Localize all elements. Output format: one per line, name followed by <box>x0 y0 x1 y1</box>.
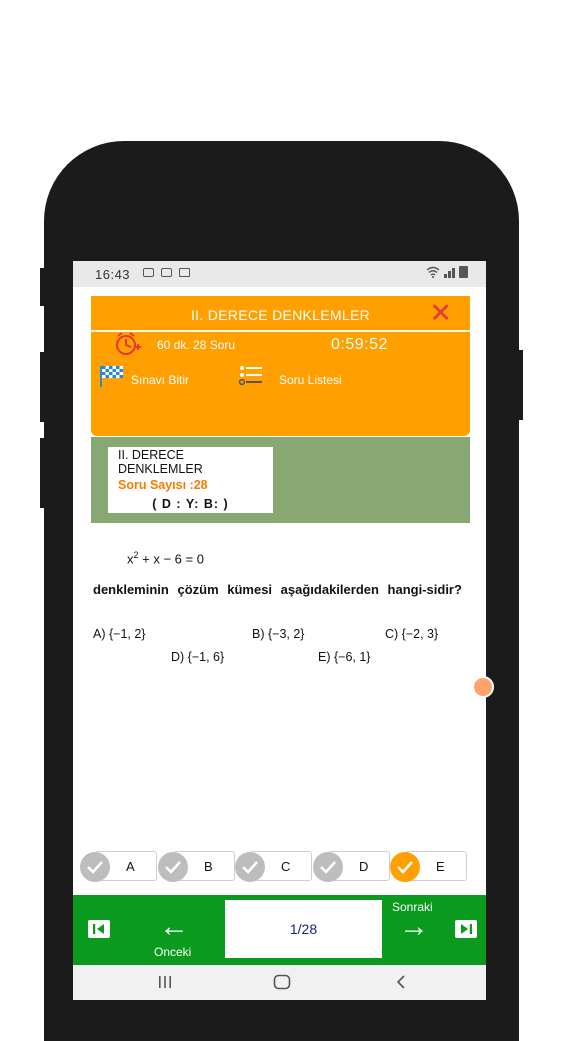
check-icon <box>235 852 265 882</box>
answer-label-c: C <box>281 859 291 874</box>
answer-choices: A B C D E <box>73 851 486 882</box>
recents-icon[interactable] <box>157 975 173 994</box>
header-divider <box>91 330 470 332</box>
check-icon <box>158 852 188 882</box>
question-equation: x2 + x − 6 = 0 <box>127 550 204 566</box>
check-icon <box>313 852 343 882</box>
previous-label[interactable]: Onceki <box>154 945 191 959</box>
summary-title: II. DERECE DENKLEMLER <box>118 448 203 476</box>
system-navigation-bar <box>73 965 486 1000</box>
image-icon <box>161 268 172 277</box>
option-e-text: E) {−6, 1} <box>318 650 371 664</box>
answer-label-e: E <box>436 859 445 874</box>
exam-timer: 0:59:52 <box>331 336 388 353</box>
exam-summary-card: II. DERECE DENKLEMLER Soru Sayısı :28 ( … <box>108 447 273 513</box>
option-b-text: B) {−3, 2} <box>252 627 305 641</box>
exam-title: II. DERECE DENKLEMLER <box>190 307 370 323</box>
home-icon[interactable] <box>273 974 291 995</box>
option-d-text: D) {−1, 6} <box>171 650 225 664</box>
answer-button-a[interactable]: A <box>80 851 157 882</box>
answer-label-d: D <box>359 859 369 874</box>
gallery-icon <box>143 268 154 277</box>
floating-edge-icon[interactable] <box>472 676 494 698</box>
option-c-text: C) {−2, 3} <box>385 627 439 641</box>
finish-exam-button[interactable]: Sınavı Bitir <box>98 364 218 390</box>
phone-side-button <box>517 350 523 420</box>
check-icon <box>390 852 420 882</box>
answer-button-d[interactable]: D <box>313 851 390 882</box>
exam-summary-panel: II. DERECE DENKLEMLER Soru Sayısı :28 ( … <box>91 437 470 523</box>
option-a-text: A) {−1, 2} <box>93 627 146 641</box>
last-question-icon[interactable] <box>455 920 477 938</box>
first-question-icon[interactable] <box>88 920 110 938</box>
answer-button-c[interactable]: C <box>235 851 312 882</box>
previous-arrow-icon[interactable]: ← <box>159 912 189 942</box>
question-text: denkleminin çözüm kümesi aşağıdakilerden… <box>93 582 462 597</box>
phone-screen: 16:43 II. DERECE DENKLEMLER ✕ 60 dk. 28 … <box>73 261 486 1000</box>
equation-rest: + x − 6 = 0 <box>138 551 204 567</box>
correct-wrong-blank-counts: ( D : Y: B: ) <box>152 497 229 511</box>
answer-label-a: A <box>126 859 135 874</box>
status-indicators <box>426 266 468 278</box>
back-icon[interactable] <box>395 974 407 995</box>
status-time: 16:43 <box>95 267 131 282</box>
wifi-icon <box>426 266 440 278</box>
exam-info: 60 dk. 28 Soru <box>157 338 236 352</box>
checkered-flag-icon <box>100 366 123 387</box>
exam-header: II. DERECE DENKLEMLER ✕ 60 dk. 28 Soru 0… <box>91 296 470 436</box>
battery-icon <box>459 266 468 278</box>
next-arrow-icon[interactable]: → <box>399 912 429 942</box>
phone-side-button <box>40 438 46 508</box>
check-icon <box>80 852 110 882</box>
phone-side-button <box>40 268 46 306</box>
question-list-button[interactable]: Soru Listesi <box>238 364 368 390</box>
phone-side-button <box>40 352 46 422</box>
finish-exam-label: Sınavı Bitir <box>131 373 190 387</box>
question-navigation-bar: ← Onceki 1/28 Sonraki → <box>73 895 486 965</box>
question-count: Soru Sayısı :28 <box>118 478 208 492</box>
answer-button-e[interactable]: E <box>390 851 467 882</box>
signal-icon <box>444 266 455 278</box>
timer-clock-icon <box>116 332 141 355</box>
status-bar: 16:43 <box>73 261 486 287</box>
page-indicator: 1/28 <box>225 900 382 958</box>
question-list-label: Soru Listesi <box>279 373 342 387</box>
list-icon <box>238 366 262 386</box>
video-icon <box>179 268 190 277</box>
answer-label-b: B <box>204 859 213 874</box>
close-icon[interactable]: ✕ <box>429 300 452 327</box>
answer-button-b[interactable]: B <box>158 851 235 882</box>
